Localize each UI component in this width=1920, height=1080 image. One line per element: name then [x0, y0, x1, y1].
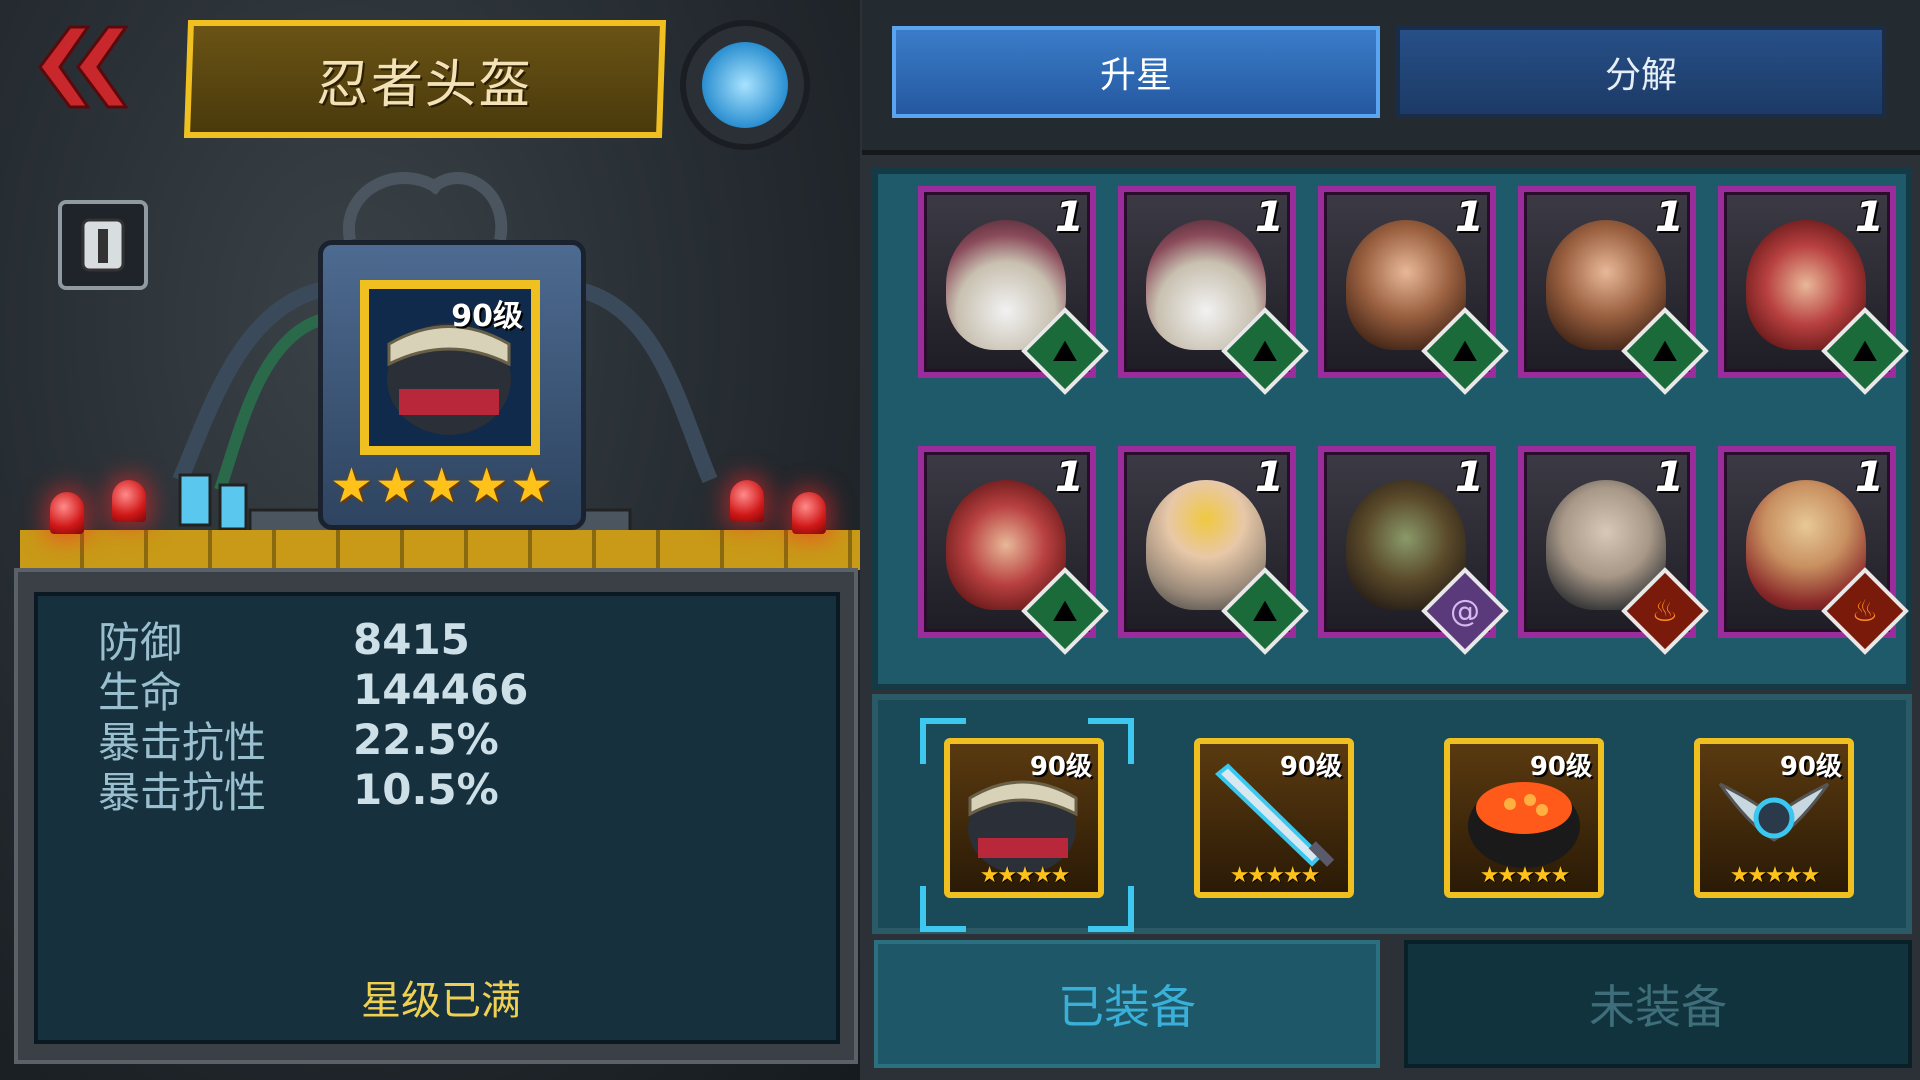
hero-number: 1	[1654, 452, 1684, 501]
hero-card[interactable]: 1 ⛰	[1118, 186, 1309, 395]
hero-number: 1	[1254, 452, 1284, 501]
item-title-plate: 忍者头盔	[183, 20, 667, 138]
green-peak-icon: ⛰	[1252, 333, 1278, 369]
item-title: 忍者头盔	[315, 54, 534, 115]
hero-card[interactable]: 1 ♨	[1718, 446, 1909, 655]
tab-bar: 升星 分解	[862, 0, 1920, 155]
star-icon: ★	[510, 458, 554, 514]
hero-number: 1	[1054, 452, 1084, 501]
stat-row: 暴击抗性 22.5%	[98, 714, 499, 767]
tab-equipped[interactable]: 已装备	[874, 940, 1380, 1068]
green-peak-icon: ⛰	[1052, 593, 1078, 629]
hero-card[interactable]: 1 ⛰	[1718, 186, 1909, 395]
star-icon: ★	[375, 458, 419, 514]
red-lamp-icon	[50, 492, 84, 534]
hero-number: 1	[1854, 452, 1884, 501]
stat-row: 生命 144466	[98, 664, 529, 717]
stat-label: 暴击抗性	[98, 767, 267, 817]
stat-row: 暴击抗性 10.5%	[98, 764, 499, 817]
equipment-level: 90级	[1529, 752, 1592, 782]
equipment-level: 90级	[1279, 752, 1342, 782]
stat-value: 22.5%	[353, 714, 499, 764]
stats-inner: 防御 8415 生命 144466 暴击抗性 22.5% 暴击抗性 10.5% …	[34, 592, 840, 1044]
hero-number: 1	[1454, 192, 1484, 241]
green-peak-icon: ⛰	[1652, 333, 1678, 369]
equipment-slot[interactable]: 90级 ★★★★★	[1694, 738, 1854, 898]
hero-card[interactable]: 1 ⛰	[1518, 186, 1709, 395]
hero-grid-panel: 1 ⛰ 1 ⛰ 1 ⛰ 1 ⛰ 1 ⛰ 1 ⛰ 1 ⛰ 1 @ 1 ♨ 1 ♨	[872, 168, 1912, 690]
tab-unequipped[interactable]: 未装备	[1404, 940, 1912, 1068]
hero-number: 1	[1054, 192, 1084, 241]
item-star-rating: ★ ★ ★ ★ ★	[330, 462, 553, 510]
equipment-stars: ★★★★★	[1229, 863, 1321, 888]
spotlight-decoration	[680, 20, 810, 150]
current-item-frame: 90级	[360, 280, 540, 455]
star-icon: ★	[330, 458, 374, 514]
hero-card[interactable]: 1 ⛰	[1118, 446, 1309, 655]
green-peak-icon: ⛰	[1052, 333, 1078, 369]
red-lamp-icon	[730, 480, 764, 522]
hero-card[interactable]: 1 ⛰	[1318, 186, 1509, 395]
hero-card[interactable]: 1 ⛰	[918, 186, 1109, 395]
hero-card[interactable]: 1 ♨	[1518, 446, 1709, 655]
equipment-slot[interactable]: 90级 ★★★★★	[944, 738, 1104, 898]
green-peak-icon: ⛰	[1252, 593, 1278, 629]
stat-row: 防御 8415	[98, 614, 470, 667]
hero-number: 1	[1854, 192, 1884, 241]
star-icon: ★	[465, 458, 509, 514]
hero-card[interactable]: 1 @	[1318, 446, 1509, 655]
star-max-status: 星级已满	[361, 978, 521, 1024]
red-lamp-icon	[112, 480, 146, 522]
purple-swirl-icon: @	[1450, 593, 1480, 629]
equipment-slot[interactable]: 90级 ★★★★★	[1444, 738, 1604, 898]
tab-upgrade-star[interactable]: 升星	[892, 26, 1380, 118]
equipment-stars: ★★★★★	[979, 863, 1071, 888]
back-button[interactable]	[30, 22, 130, 112]
stat-value: 10.5%	[353, 764, 499, 814]
stat-value: 144466	[353, 664, 529, 714]
stat-value: 8415	[353, 614, 470, 664]
equipment-stars: ★★★★★	[1729, 863, 1821, 888]
machine-base	[20, 530, 860, 570]
star-icon: ★	[420, 458, 464, 514]
upgrade-machine: 90级 ★ ★ ★ ★ ★	[20, 150, 860, 570]
green-peak-icon: ⛰	[1452, 333, 1478, 369]
hero-card[interactable]: 1 ⛰	[918, 446, 1109, 655]
equipment-panel: 90级 ★★★★★ 90级 ★★★★★ 90级 ★★★★★ 90级 ★★★★★	[872, 694, 1912, 934]
green-peak-icon: ⛰	[1852, 333, 1878, 369]
item-level: 90级	[451, 299, 523, 334]
equipment-level: 90级	[1029, 752, 1092, 782]
stats-panel: 防御 8415 生命 144466 暴击抗性 22.5% 暴击抗性 10.5% …	[14, 568, 858, 1064]
equipment-stars: ★★★★★	[1479, 863, 1571, 888]
red-lamp-icon	[792, 492, 826, 534]
fire-icon: ♨	[1851, 593, 1879, 629]
double-chevron-left-icon	[38, 25, 129, 109]
hero-number: 1	[1254, 192, 1284, 241]
hero-number: 1	[1454, 452, 1484, 501]
equipment-slot[interactable]: 90级 ★★★★★	[1194, 738, 1354, 898]
equipment-level: 90级	[1779, 752, 1842, 782]
spotlight-lens	[702, 42, 788, 128]
tab-decompose[interactable]: 分解	[1396, 26, 1886, 118]
fire-icon: ♨	[1651, 593, 1679, 629]
hero-number: 1	[1654, 192, 1684, 241]
